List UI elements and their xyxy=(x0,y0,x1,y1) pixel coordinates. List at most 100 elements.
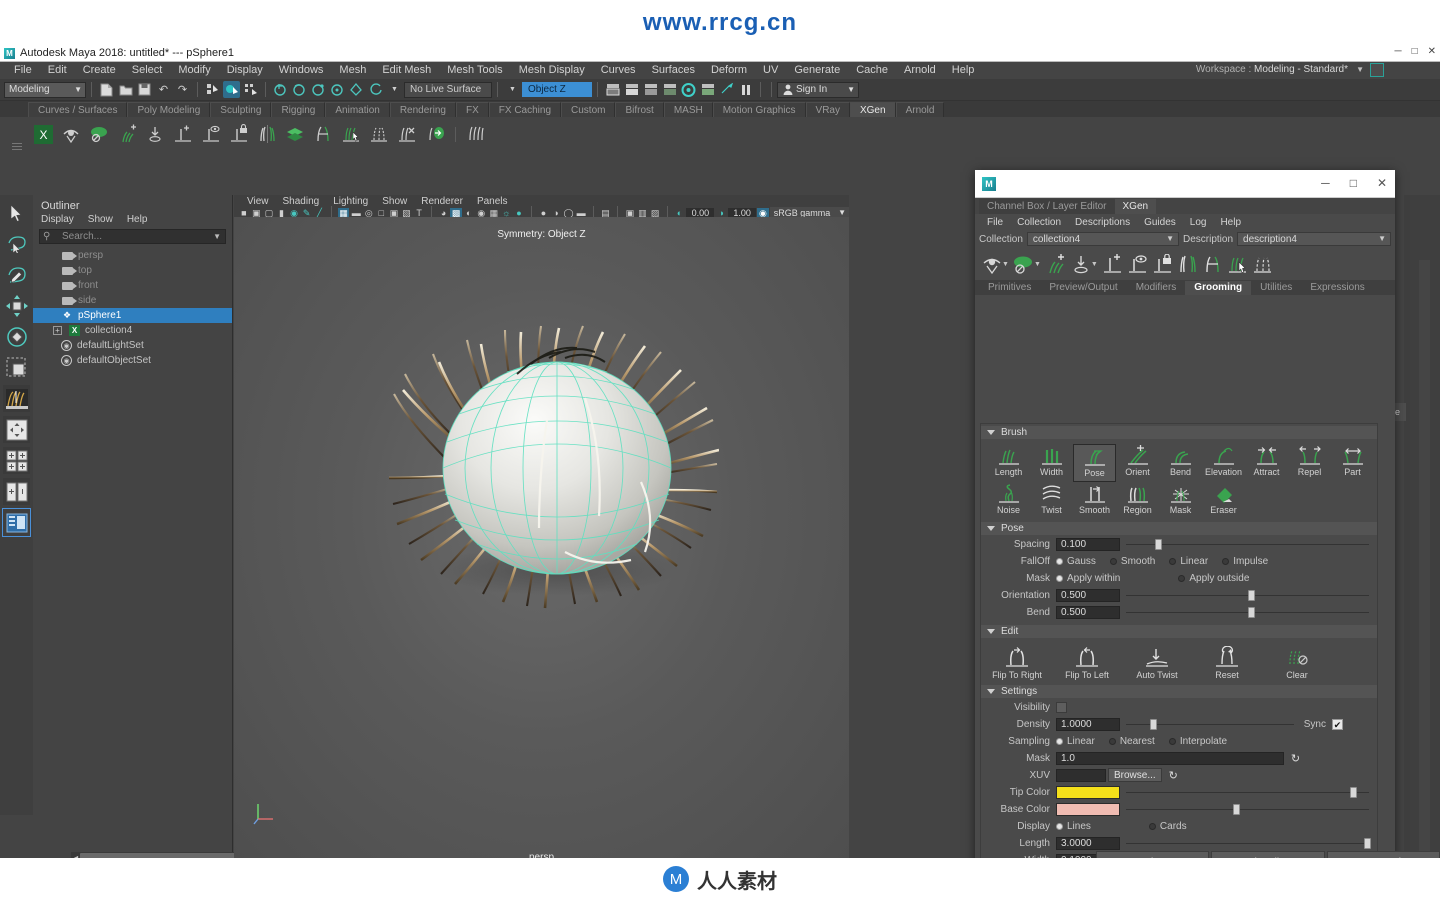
settings-tip-color-row[interactable]: Tip Color xyxy=(981,784,1377,800)
chevron-down-icon[interactable]: ▼ xyxy=(847,85,855,94)
edit-section-header[interactable]: Edit xyxy=(981,625,1377,638)
xgen-export-guides-icon[interactable] xyxy=(422,121,448,147)
xgen-menu-file[interactable]: File xyxy=(980,217,1010,228)
shelf-tab-rigging[interactable]: Rigging xyxy=(271,102,326,117)
shelf-tab-fx[interactable]: FX xyxy=(455,102,489,117)
shelf-grip[interactable] xyxy=(12,141,22,153)
snap-dropdown-caret-icon[interactable]: ▼ xyxy=(386,81,403,98)
viewport-menu-shading[interactable]: Shading xyxy=(276,196,327,207)
outliner-menu-help[interactable]: Help xyxy=(127,214,148,225)
menu-help[interactable]: Help xyxy=(944,62,983,79)
brush-tool-orient[interactable]: Orient xyxy=(1116,444,1159,482)
collapse-triangle-icon[interactable] xyxy=(987,430,995,435)
menu-surfaces[interactable]: Surfaces xyxy=(644,62,703,79)
shelf-tab-poly-modeling[interactable]: Poly Modeling xyxy=(127,102,211,117)
xgen-menu-log[interactable]: Log xyxy=(1183,217,1214,228)
guide-dropdown-caret-icon[interactable]: ▼ xyxy=(1034,261,1041,268)
tab-xgen[interactable]: XGen xyxy=(1114,199,1157,214)
xgen-lock-guide-icon[interactable] xyxy=(226,121,252,147)
chevron-down-icon[interactable]: ▼ xyxy=(1166,234,1174,243)
minimize-icon[interactable]: ─ xyxy=(1394,46,1401,57)
falloff-option-impulse[interactable]: Impulse xyxy=(1222,556,1268,567)
menu-mesh[interactable]: Mesh xyxy=(331,62,374,79)
shelf-tab-bifrost[interactable]: Bifrost xyxy=(615,102,664,117)
display-option-cards[interactable]: Cards xyxy=(1148,821,1187,832)
viewport-menu-renderer[interactable]: Renderer xyxy=(414,196,470,207)
viewport-menu-show[interactable]: Show xyxy=(375,196,414,207)
chevron-down-icon[interactable]: ▼ xyxy=(838,208,846,217)
collapse-triangle-icon[interactable] xyxy=(987,689,995,694)
shelf-tab-xgen[interactable]: XGen xyxy=(849,102,896,117)
refresh-icon[interactable]: ↻ xyxy=(1167,769,1180,782)
viewport-menubar[interactable]: View Shading Lighting Show Renderer Pane… xyxy=(234,195,849,207)
reset-button[interactable]: Reset xyxy=(1199,644,1255,680)
outliner-menu-show[interactable]: Show xyxy=(88,214,113,225)
menu-display[interactable]: Display xyxy=(219,62,271,79)
xgen-toolbar[interactable]: ▼ ▼ ▼ xyxy=(975,248,1395,280)
spacing-slider[interactable] xyxy=(1126,538,1369,551)
brush-tool-length[interactable]: Length xyxy=(987,444,1030,482)
snap-to-grid-icon[interactable] xyxy=(272,81,289,98)
pose-mask-row[interactable]: Mask Apply within Apply outside xyxy=(981,570,1377,586)
convert-to-guide-icon[interactable] xyxy=(1069,251,1093,277)
last-tool-thumbnail[interactable] xyxy=(3,385,30,412)
menu-cache[interactable]: Cache xyxy=(848,62,896,79)
brush-tool-mask[interactable]: Mask xyxy=(1159,482,1202,520)
left-toolbox[interactable] xyxy=(0,195,33,815)
shelf-tab-motion-graphics[interactable]: Motion Graphics xyxy=(712,102,806,117)
xuv-browse-button[interactable]: Browse... xyxy=(1108,768,1162,782)
menu-mesh-display[interactable]: Mesh Display xyxy=(511,62,593,79)
shelf-icon-row[interactable]: X xyxy=(0,117,1440,151)
xgen-clear-guides-icon[interactable] xyxy=(366,121,392,147)
workspace-save-icon[interactable] xyxy=(1370,63,1384,77)
menu-modify[interactable]: Modify xyxy=(170,62,218,79)
menu-windows[interactable]: Windows xyxy=(271,62,332,79)
mask-option-apply-within[interactable]: Apply within xyxy=(1056,573,1120,584)
rotate-tool-icon[interactable] xyxy=(3,323,30,350)
settings-mask-row[interactable]: Mask 1.0 ↻ xyxy=(981,750,1377,766)
snap-to-view-plane-icon[interactable] xyxy=(348,81,365,98)
tab-primitives[interactable]: Primitives xyxy=(979,281,1040,295)
clear-button[interactable]: Clear xyxy=(1269,644,1325,680)
shelf-tab-rendering[interactable]: Rendering xyxy=(389,102,456,117)
shelf-tab-vray[interactable]: VRay xyxy=(805,102,850,117)
bridge-guides-icon[interactable] xyxy=(1201,251,1225,277)
flip-to-left-button[interactable]: Flip To Left xyxy=(1059,644,1115,680)
shelf-tab-fx-caching[interactable]: FX Caching xyxy=(488,102,562,117)
density-input[interactable]: 1.0000 xyxy=(1056,717,1120,731)
brush-tool-twist[interactable]: Twist xyxy=(1030,482,1073,520)
select-guides-icon[interactable] xyxy=(1226,251,1250,277)
shelf-tab-arnold[interactable]: Arnold xyxy=(895,102,945,117)
open-scene-icon[interactable] xyxy=(117,81,134,98)
layout-two-pane-icon[interactable] xyxy=(3,478,30,505)
shelf-tab-mash[interactable]: MASH xyxy=(663,102,713,117)
tip-color-slider[interactable] xyxy=(1126,786,1369,799)
shelf-tab-custom[interactable]: Custom xyxy=(561,102,616,117)
move-tool-icon[interactable] xyxy=(3,292,30,319)
snap-to-projected-center-icon[interactable] xyxy=(329,81,346,98)
xgen-guide-visibility-icon[interactable] xyxy=(198,121,224,147)
select-by-component-icon[interactable] xyxy=(242,81,259,98)
save-scene-icon[interactable] xyxy=(136,81,153,98)
select-by-object-type-icon[interactable] xyxy=(223,81,240,98)
lasso-tool-icon[interactable] xyxy=(3,230,30,257)
xgen-window-controls[interactable]: ─ □ ✕ xyxy=(1321,176,1387,190)
shelf-tab-curves-surfaces[interactable]: Curves / Surfaces xyxy=(28,102,128,117)
minimize-icon[interactable]: ─ xyxy=(1321,176,1330,190)
pose-bend-row[interactable]: Bend 0.500 xyxy=(981,604,1377,620)
menu-uv[interactable]: UV xyxy=(755,62,786,79)
collapse-triangle-icon[interactable] xyxy=(987,629,995,634)
xgen-panel-tabs[interactable]: Channel Box / Layer Editor XGen xyxy=(975,198,1395,214)
add-guide-icon[interactable] xyxy=(1044,251,1068,277)
tab-grooming[interactable]: Grooming xyxy=(1185,281,1252,295)
xgen-select-guides-icon[interactable] xyxy=(338,121,364,147)
brush-tool-noise[interactable]: Noise xyxy=(987,482,1030,520)
viewport-menu-lighting[interactable]: Lighting xyxy=(326,196,375,207)
orientation-slider[interactable] xyxy=(1126,589,1369,602)
chevron-down-icon[interactable]: ▼ xyxy=(1378,234,1386,243)
outliner-item-collection4[interactable]: + X collection4 xyxy=(33,323,232,338)
brush-tool-region[interactable]: Region xyxy=(1116,482,1159,520)
length-input[interactable]: 3.0000 xyxy=(1056,836,1120,850)
xgen-place-guide-icon[interactable] xyxy=(142,121,168,147)
settings-length-row[interactable]: Length 3.0000 xyxy=(981,835,1377,851)
